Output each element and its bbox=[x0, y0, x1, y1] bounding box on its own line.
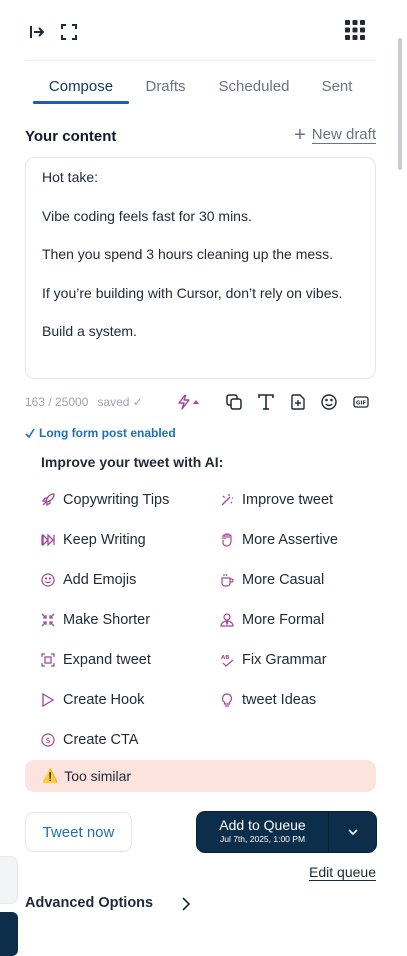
ai-lightning-icon[interactable] bbox=[176, 391, 204, 413]
divider bbox=[25, 60, 376, 61]
ai-section-title: Improve your tweet with AI: bbox=[41, 454, 224, 470]
edit-queue-link[interactable]: Edit queue bbox=[309, 864, 376, 881]
tab-sent[interactable]: Sent bbox=[306, 72, 368, 102]
queue-time: Jul 7th, 2025, 1:00 PM bbox=[219, 834, 306, 844]
ai-tweet-ideas[interactable]: tweet Ideas bbox=[220, 689, 316, 711]
emoji-icon[interactable] bbox=[319, 391, 339, 413]
long-form-label: Long form post enabled bbox=[39, 426, 176, 440]
spell-check-icon: AB bbox=[220, 653, 234, 667]
ai-expand-tweet[interactable]: Expand tweet bbox=[41, 649, 151, 671]
editor-line: Build a system. bbox=[42, 323, 137, 340]
editor-line: Vibe coding feels fast for 30 mins. bbox=[42, 207, 252, 224]
svg-text:GIF: GIF bbox=[356, 401, 367, 407]
ai-item-label: Create Hook bbox=[63, 692, 145, 708]
editor-meta-row: 163 / 25000 saved ✓ GIF bbox=[25, 391, 376, 413]
apps-grid-icon[interactable] bbox=[343, 18, 367, 42]
rocket-icon bbox=[41, 493, 55, 507]
svg-text:$: $ bbox=[45, 736, 50, 745]
long-form-notice: Long form post enabled bbox=[25, 426, 176, 440]
ai-create-hook[interactable]: Create Hook bbox=[41, 689, 144, 711]
side-panel-handle[interactable] bbox=[0, 856, 18, 904]
editor-line: If you’re building with Cursor, don’t re… bbox=[42, 284, 343, 301]
ai-item-label: More Formal bbox=[242, 612, 325, 628]
fast-forward-icon bbox=[41, 533, 55, 547]
check-icon bbox=[25, 428, 35, 438]
dollar-circle-icon: $ bbox=[41, 733, 55, 747]
character-counter: 163 / 25000 bbox=[25, 395, 89, 409]
fullscreen-icon[interactable] bbox=[57, 20, 81, 44]
ai-improve-tweet[interactable]: Improve tweet bbox=[220, 489, 333, 511]
tab-drafts[interactable]: Drafts bbox=[129, 72, 202, 102]
tab-scheduled[interactable]: Scheduled bbox=[202, 72, 306, 102]
advanced-options-toggle[interactable]: Advanced Options bbox=[25, 895, 190, 911]
ai-fix-grammar[interactable]: AB Fix Grammar bbox=[220, 649, 327, 671]
lightbulb-icon bbox=[220, 693, 234, 707]
user-tie-icon bbox=[220, 613, 234, 627]
queue-options-button[interactable] bbox=[329, 812, 376, 852]
scrollbar[interactable] bbox=[398, 38, 402, 170]
ai-more-formal[interactable]: More Formal bbox=[220, 609, 324, 631]
text-format-icon[interactable] bbox=[256, 391, 276, 413]
ai-add-emojis[interactable]: Add Emojis bbox=[41, 569, 136, 591]
active-tab-indicator bbox=[33, 101, 129, 104]
expand-icon bbox=[41, 653, 55, 667]
gif-icon[interactable]: GIF bbox=[351, 391, 371, 413]
ai-item-label: Keep Writing bbox=[63, 532, 146, 548]
ai-keep-writing[interactable]: Keep Writing bbox=[41, 529, 146, 551]
ai-item-label: Create CTA bbox=[63, 732, 139, 748]
tweet-now-button[interactable]: Tweet now bbox=[25, 812, 132, 852]
similarity-warning: ⚠️ Too similar bbox=[25, 760, 376, 792]
ai-item-label: Make Shorter bbox=[63, 612, 151, 628]
ai-item-label: Add Emojis bbox=[63, 572, 137, 588]
tweet-editor[interactable]: Hot take: Vibe coding feels fast for 30 … bbox=[25, 157, 376, 379]
ai-item-label: More Casual bbox=[242, 572, 325, 588]
editor-line: Hot take: bbox=[42, 169, 99, 185]
ai-more-casual[interactable]: More Casual bbox=[220, 569, 324, 591]
ai-item-label: Fix Grammar bbox=[242, 652, 327, 668]
saved-status: saved ✓ bbox=[97, 395, 143, 409]
ai-more-assertive[interactable]: More Assertive bbox=[220, 529, 338, 551]
coffee-icon bbox=[220, 573, 234, 587]
queue-label: Add to Queue bbox=[219, 817, 306, 833]
editor-line: Then you spend 3 hours cleaning up the m… bbox=[42, 246, 334, 263]
ai-create-cta[interactable]: $ Create CTA bbox=[41, 729, 138, 751]
ai-item-label: Copywriting Tips bbox=[63, 492, 170, 508]
content-title: Your content bbox=[25, 128, 117, 145]
add-file-icon[interactable] bbox=[288, 391, 308, 413]
shrink-icon bbox=[41, 613, 55, 627]
ai-item-label: Improve tweet bbox=[242, 492, 334, 508]
tab-compose[interactable]: Compose bbox=[33, 72, 129, 102]
new-draft-button[interactable]: + New draft bbox=[294, 124, 376, 146]
fist-icon bbox=[220, 533, 234, 547]
top-bar bbox=[25, 14, 376, 50]
ai-make-shorter[interactable]: Make Shorter bbox=[41, 609, 150, 631]
ai-copywriting-tips[interactable]: Copywriting Tips bbox=[41, 489, 169, 511]
advanced-options-label: Advanced Options bbox=[25, 895, 154, 911]
warning-icon: ⚠️ bbox=[42, 768, 59, 783]
chevron-down-icon bbox=[347, 829, 358, 835]
side-action-button[interactable] bbox=[0, 912, 18, 956]
ai-item-label: Expand tweet bbox=[63, 652, 151, 668]
smiley-icon bbox=[41, 573, 55, 587]
chevron-right-icon bbox=[182, 897, 190, 911]
warning-text: Too similar bbox=[64, 768, 132, 784]
magic-wand-icon bbox=[220, 493, 234, 507]
plus-icon: + bbox=[294, 124, 306, 146]
ai-item-label: More Assertive bbox=[242, 532, 338, 548]
copy-icon[interactable] bbox=[224, 391, 244, 413]
play-icon bbox=[41, 693, 55, 707]
add-to-queue-button[interactable]: Add to Queue Jul 7th, 2025, 1:00 PM bbox=[197, 812, 328, 852]
editor-toolbar: GIF bbox=[176, 391, 376, 413]
svg-text:AB: AB bbox=[221, 655, 229, 661]
collapse-panel-icon[interactable] bbox=[25, 20, 49, 44]
ai-item-label: tweet Ideas bbox=[242, 692, 317, 708]
new-draft-label: New draft bbox=[311, 126, 376, 144]
